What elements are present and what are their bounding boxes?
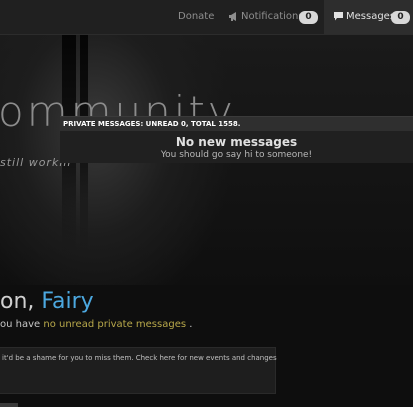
- bottom-scrollbar[interactable]: [0, 403, 18, 407]
- unread-messages-link[interactable]: no unread private messages: [43, 319, 186, 330]
- dropdown-empty-subtitle: You should go say hi to someone!: [160, 150, 313, 160]
- dropdown-header-prefix: PRIVATE MESSAGES: [63, 120, 141, 128]
- unread-prefix: ou have: [0, 319, 44, 330]
- welcome-heading: on, Fairy: [0, 289, 94, 314]
- notifications-label: Notifications: [241, 11, 304, 22]
- messages-dropdown: PRIVATE MESSAGES: UNREAD 0, TOTAL 1558. …: [60, 116, 413, 163]
- news-notice-box[interactable]: it'd be a shame for you to miss them. Ch…: [0, 347, 277, 394]
- unread-message-line: ou have no unread private messages .: [0, 319, 192, 330]
- dropdown-header: PRIVATE MESSAGES: UNREAD 0, TOTAL 1558.: [60, 117, 413, 131]
- messages-label: Messages: [346, 11, 396, 22]
- notifications-count-badge: 0: [299, 11, 318, 24]
- messages-link[interactable]: Messages 0: [324, 0, 413, 34]
- username-link[interactable]: Fairy: [41, 289, 93, 314]
- speech-bubble-icon: [334, 12, 343, 21]
- dropdown-header-stats: : UNREAD 0, TOTAL 1558.: [140, 120, 241, 128]
- welcome-greeting: on,: [0, 289, 42, 314]
- dropdown-empty-title: No new messages: [175, 135, 298, 149]
- notice-text: it'd be a shame for you to miss them. Ch…: [2, 354, 277, 362]
- unread-suffix: .: [186, 319, 193, 330]
- megaphone-icon: [229, 12, 236, 21]
- top-navigation-bar: Donate Notifications 0 Messages 0: [0, 0, 413, 35]
- messages-count-badge: 0: [391, 11, 410, 24]
- donate-link[interactable]: Donate: [178, 0, 214, 34]
